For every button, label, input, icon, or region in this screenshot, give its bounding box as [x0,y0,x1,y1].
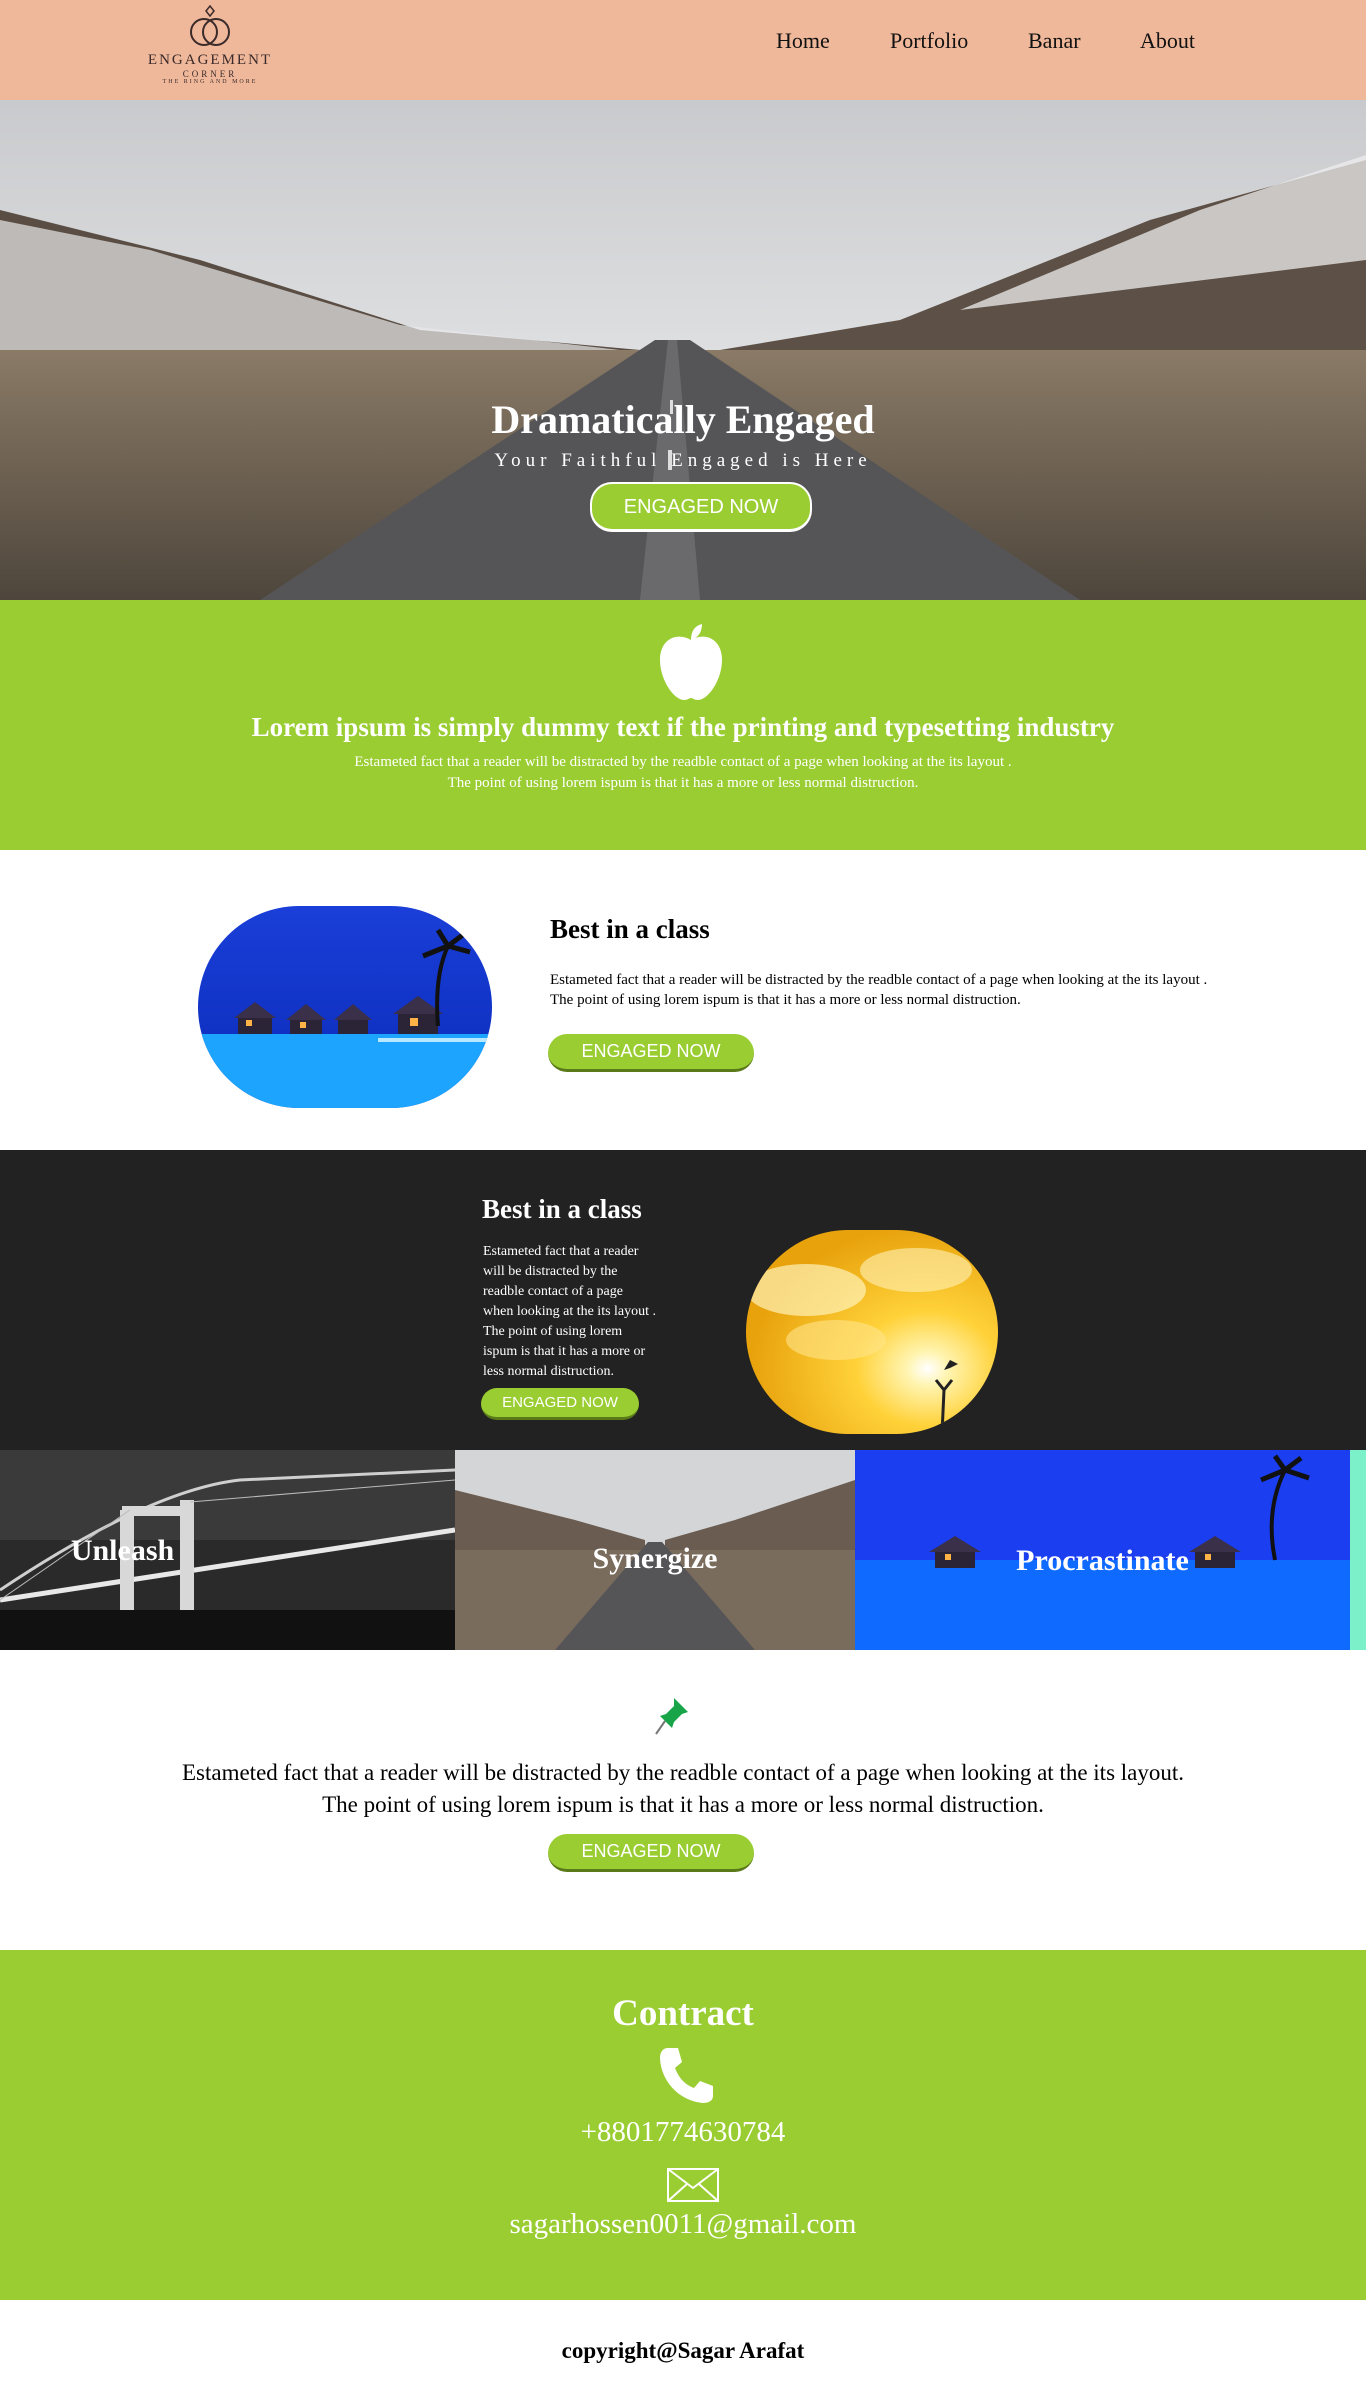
pin-section-engaged-button[interactable]: ENGAGED NOW [548,1834,754,1872]
site-header: ENGAGEMENT CORNER THE RING AND MORE Home… [0,0,1366,100]
hero-subtitle: Your Faithful Engaged is Here [494,450,872,471]
gallery-label-unleash: Unleash [70,1534,175,1567]
nav-about[interactable]: About [1140,28,1195,54]
hero-engaged-button[interactable]: ENGAGED NOW [590,482,812,532]
feature-title: Lorem ipsum is simply dummy text if the … [251,712,1115,742]
email-icon [667,2168,719,2202]
section2-heading: Best in a class [482,1194,642,1224]
section2-text-7: less normal distruction. [483,1364,615,1379]
apple-icon [660,624,722,700]
section1-text-2: The point of using lorem ispum is that i… [550,992,1021,1008]
contact-title: Contract [612,1993,754,2034]
pushpin-icon [655,1698,688,1735]
section1-text-1: Estameted fact that a reader will be dis… [550,972,1208,988]
resort-image [198,906,492,1108]
hero-banner: Dramatically Engaged Your Faithful Engag… [0,100,1366,600]
contact-section: Contract +8801774630784 sagarhossen0011@… [0,1950,1366,2300]
site-footer: copyright@Sagar Arafat [0,2300,1366,2400]
pin-section: Estameted fact that a reader will be dis… [0,1650,1366,1950]
gallery: Unleash Synergize Procrastinate [0,1450,1366,1650]
gallery-tile-unleash[interactable]: Unleash [0,1450,455,1650]
logo-sub: CORNER [182,69,238,79]
best-in-class-section: Best in a class Estameted fact that a re… [0,850,1366,1150]
hero-title: Dramatically Engaged [491,397,875,442]
section1-heading: Best in a class [550,914,710,944]
copyright-text: copyright@Sagar Arafat [561,2338,805,2363]
contact-email[interactable]: sagarhossen0011@gmail.com [0,2208,1366,2241]
gallery-tile-procrastinate[interactable]: Procrastinate [855,1450,1350,1650]
feature-text-1: Estameted fact that a reader will be dis… [354,754,1012,770]
gallery-tile-synergize[interactable]: Synergize [455,1450,855,1650]
site-logo[interactable]: ENGAGEMENT CORNER THE RING AND MORE [140,0,280,100]
logo-name: ENGAGEMENT [147,52,273,68]
section2-text-5: The point of using lorem [483,1324,623,1339]
contact-phone[interactable]: +8801774630784 [0,2116,1366,2149]
sunset-sky-image [746,1230,998,1434]
logo-rings-icon [190,4,230,46]
gallery-label-synergize: Synergize [592,1542,718,1575]
nav-portfolio[interactable]: Portfolio [890,28,968,54]
pin-section-text-1: Estameted fact that a reader will be dis… [181,1760,1185,1785]
feature-text-2: The point of using lorem ispum is that i… [447,775,919,791]
section2-text-1: Estameted fact that a reader [483,1244,639,1259]
section2-text-3: readble contact of a page [483,1284,623,1299]
section2-text-4: when looking at the its layout . [483,1304,657,1319]
pin-section-text-2: The point of using lorem ispum is that i… [322,1792,1044,1817]
phone-icon [660,2048,713,2103]
section2-text-6: ispum is that it has a more or [483,1344,646,1359]
section2-engaged-button[interactable]: ENGAGED NOW [481,1388,639,1420]
gallery-edge [1350,1450,1366,1650]
nav-banar[interactable]: Banar [1028,28,1081,54]
nav-home[interactable]: Home [776,28,830,54]
logo-tagline: THE RING AND MORE [162,79,258,85]
section2-text-2: will be distracted by the [483,1264,618,1279]
section1-engaged-button[interactable]: ENGAGED NOW [548,1034,754,1072]
best-in-class-dark-section: Best in a class Estameted fact that a re… [0,1150,1366,1450]
feature-section: Lorem ipsum is simply dummy text if the … [0,600,1366,850]
gallery-label-procrastinate: Procrastinate [1016,1544,1189,1577]
